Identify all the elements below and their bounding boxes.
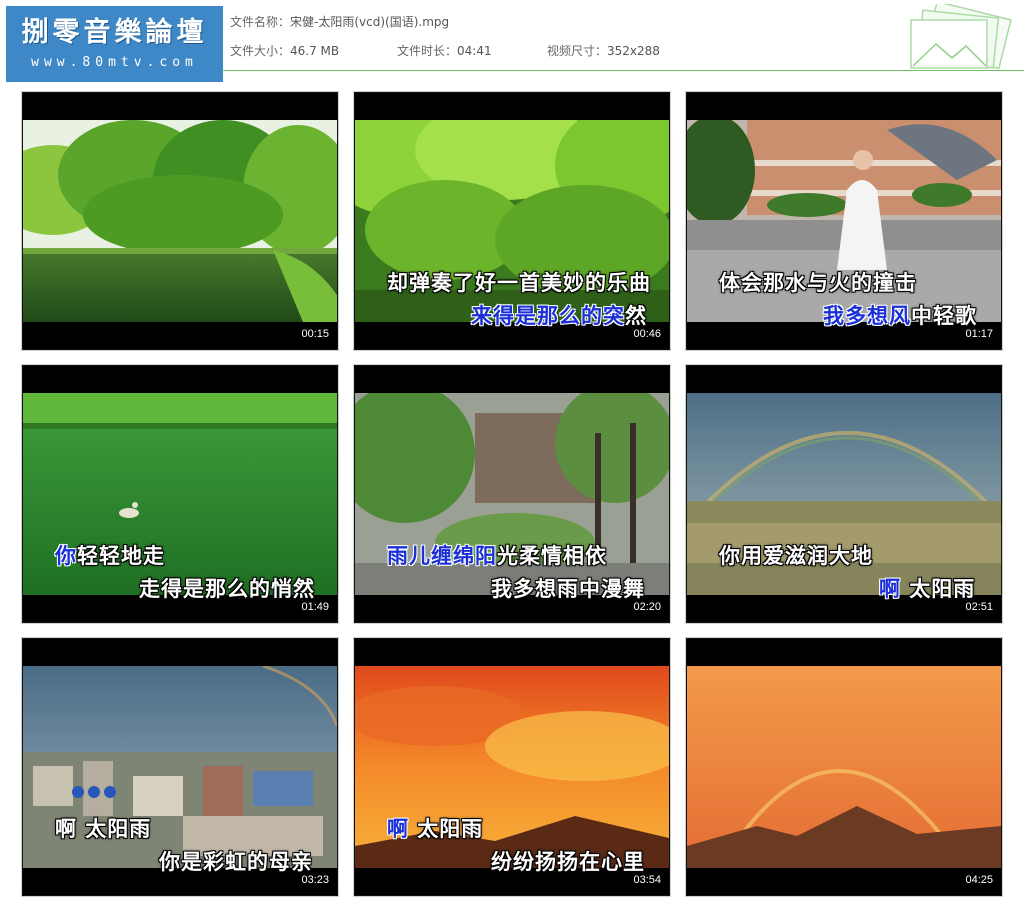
dimensions-value: 352x288 <box>607 44 660 58</box>
lyric-line-2: 你是彩虹的母亲 <box>159 850 313 874</box>
lyric-text: 你用爱滋润大地 <box>719 544 873 568</box>
timestamp: 02:20 <box>633 601 661 613</box>
header-divider <box>222 70 1024 71</box>
file-size-value: 46.7 MB <box>290 44 340 58</box>
timestamp: 03:23 <box>301 874 329 886</box>
logo-url: www.80mtv.com <box>31 55 198 70</box>
file-info-header: 捌零音樂論壇 www.80mtv.com 文件名称：宋健-太阳雨(vcd)(国语… <box>0 0 1024 82</box>
lyric-text: 纷纷扬扬在心里 <box>491 850 645 874</box>
lyric-line-2: 走得是那么的悄然 <box>139 577 315 601</box>
lyric-text: 我多想雨中漫舞 <box>491 577 645 601</box>
thumbnail-4[interactable]: 你轻轻地走 走得是那么的悄然 01:49 <box>21 364 339 624</box>
thumbnail-8[interactable]: 啊 太阳雨 纷纷扬扬在心里 03:54 <box>353 637 671 897</box>
lyric-text: 你是彩虹的母亲 <box>159 850 313 874</box>
lyric-text: 走得是那么的悄然 <box>139 577 315 601</box>
lyric-text: 太阳雨 <box>409 817 484 841</box>
lyric-line-2: 纷纷扬扬在心里 <box>491 850 645 874</box>
lyric-line-2: 来得是那么的突然 <box>471 304 647 328</box>
lyric-highlight: 啊 <box>387 817 409 841</box>
lyric-line-2: 啊 太阳雨 <box>879 577 975 601</box>
lyric-line-1: 啊 太阳雨 <box>55 817 151 841</box>
duration-value: 04:41 <box>457 44 492 58</box>
thumbnail-3[interactable]: 体会那水与火的撞击 我多想风中轻歌 01:17 <box>685 91 1003 351</box>
dimensions-label: 视频尺寸： <box>547 44 608 58</box>
lyric-text: 太阳雨 <box>901 577 976 601</box>
duration-label: 文件时长： <box>397 44 458 58</box>
file-size-row: 文件大小：46.7 MB <box>230 42 339 59</box>
thumbnail-5[interactable]: 雨儿缠绵阳光柔情相依 我多想雨中漫舞 02:20 <box>353 364 671 624</box>
file-name-label: 文件名称： <box>230 15 291 29</box>
timestamp: 01:17 <box>965 328 993 340</box>
picture-stack-icon <box>910 4 1012 70</box>
lyric-highlight: 你 <box>55 544 77 568</box>
lyric-line-1: 体会那水与火的撞击 <box>719 271 917 295</box>
thumbnail-9[interactable]: 04:25 <box>685 637 1003 897</box>
lyric-line-1: 你轻轻地走 <box>55 544 165 568</box>
lyric-line-2: 我多想风中轻歌 <box>823 304 977 328</box>
timestamp: 00:15 <box>301 328 329 340</box>
lyric-highlight: 来得是那么的突 <box>471 304 625 328</box>
duration-row: 文件时长：04:41 <box>397 42 492 59</box>
lyric-line-1: 雨儿缠绵阳光柔情相依 <box>387 544 607 568</box>
dimensions-row: 视频尺寸：352x288 <box>547 42 660 59</box>
thumbnail-7[interactable]: 啊 太阳雨 你是彩虹的母亲 03:23 <box>21 637 339 897</box>
lyric-text: 却弹奏了好一首美妙的乐曲 <box>387 271 651 295</box>
timestamp: 00:46 <box>633 328 661 340</box>
file-name-value: 宋健-太阳雨(vcd)(国语).mpg <box>290 15 450 29</box>
timestamp: 02:51 <box>965 601 993 613</box>
lyric-line-1: 却弹奏了好一首美妙的乐曲 <box>387 271 651 295</box>
timestamp: 04:25 <box>965 874 993 886</box>
sunset-rainbow-image <box>687 666 1001 868</box>
lyric-text: 中轻歌 <box>911 304 977 328</box>
lyric-text: 体会那水与火的撞击 <box>719 271 917 295</box>
lyric-highlight: 雨儿缠绵阳 <box>387 544 497 568</box>
lyric-line-1: 你用爱滋润大地 <box>719 544 873 568</box>
file-size-label: 文件大小： <box>230 44 291 58</box>
lyric-highlight: 啊 <box>879 577 901 601</box>
lyric-line-1: 啊 太阳雨 <box>387 817 483 841</box>
lyric-text: 啊 太阳雨 <box>55 817 152 841</box>
thumbnail-2[interactable]: 却弹奏了好一首美妙的乐曲 来得是那么的突然 00:46 <box>353 91 671 351</box>
timestamp: 03:54 <box>633 874 661 886</box>
river-forest-image <box>23 120 337 322</box>
thumbnail-1[interactable]: 00:15 <box>21 91 339 351</box>
lyric-text: 光柔情相依 <box>497 544 607 568</box>
logo-text: 捌零音樂論壇 <box>21 17 208 48</box>
file-name-row: 文件名称：宋健-太阳雨(vcd)(国语).mpg <box>230 13 449 30</box>
lyric-line-2: 我多想雨中漫舞 <box>491 577 645 601</box>
timestamp: 01:49 <box>301 601 329 613</box>
lyric-text: 轻轻地走 <box>77 544 165 568</box>
lyric-highlight: 我多想风 <box>823 304 911 328</box>
thumbnail-6[interactable]: 你用爱滋润大地 啊 太阳雨 02:51 <box>685 364 1003 624</box>
site-logo[interactable]: 捌零音樂論壇 www.80mtv.com <box>6 6 223 82</box>
lyric-text: 然 <box>625 304 647 328</box>
